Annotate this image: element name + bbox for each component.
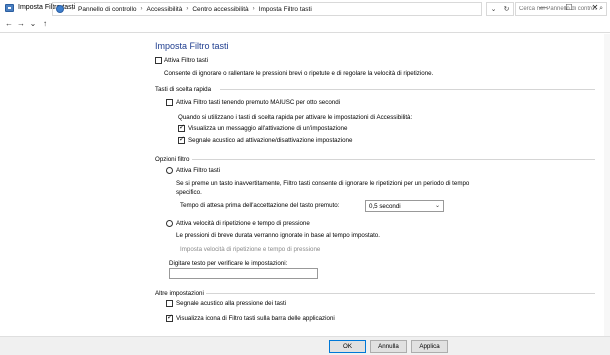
back-button[interactable]: ← [3, 17, 15, 31]
taskbar-icon-label[interactable]: Visualizza icona di Filtro tasti sulla b… [176, 315, 335, 322]
repeat-keys-radio[interactable] [166, 220, 173, 227]
address-bar: ← → ⌄ ↑ [0, 15, 610, 33]
button-bar [0, 336, 610, 355]
bounce-keys-label[interactable]: Attiva Filtro tasti [176, 167, 220, 174]
cancel-button[interactable]: Annulla [370, 340, 407, 353]
scrollbar[interactable] [604, 34, 610, 336]
breadcrumb-item[interactable]: Imposta Filtro tasti [259, 6, 312, 13]
shortcut-note: Quando si utilizzano i tasti di scelta r… [178, 114, 413, 121]
address-dropdown-icon[interactable]: ⌄ [491, 5, 497, 13]
breadcrumb-item[interactable]: Accessibilità [147, 6, 183, 13]
enable-filter-keys-checkbox[interactable] [155, 57, 162, 64]
apply-button[interactable]: Applica [411, 340, 448, 353]
bounce-keys-radio[interactable] [166, 167, 173, 174]
divider [220, 89, 595, 90]
up-button[interactable]: ↑ [39, 17, 51, 31]
other-settings-heading: Altre impostazioni [155, 290, 204, 297]
keypress-beep-label[interactable]: Segnale acustico alla pressione dei tast… [176, 300, 286, 307]
forward-button[interactable]: → [15, 17, 27, 31]
toggle-sound-label[interactable]: Segnale acustico ad attivazione/disattiv… [188, 137, 352, 144]
bounce-keys-description: Se si preme un tasto inavvertitamente, F… [176, 180, 470, 196]
warning-message-label[interactable]: Visualizza un messaggio all'attivazione … [188, 125, 347, 132]
chevron-right-icon[interactable]: › [253, 6, 255, 12]
chevron-right-icon[interactable]: › [141, 6, 143, 12]
breadcrumb[interactable]: › Pannello di controllo › Accessibilità … [52, 2, 482, 16]
ok-button[interactable]: OK [329, 340, 366, 353]
search-input[interactable] [519, 6, 597, 12]
repeat-keys-description: Le pressioni di breve durata verranno ig… [176, 232, 380, 239]
warning-message-checkbox[interactable] [178, 123, 185, 132]
toggle-sound-checkbox[interactable] [178, 135, 185, 144]
shortcuts-heading: Tasti di scelta rapida [155, 86, 212, 93]
enable-filter-keys-label[interactable]: Attiva Filtro tasti [164, 57, 208, 64]
recent-locations-button[interactable]: ⌄ [27, 17, 39, 31]
enable-filter-keys-description: Consente di ignorare o rallentare le pre… [164, 70, 434, 77]
test-text-label: Digitare testo per verificare le imposta… [169, 260, 288, 267]
shift-shortcut-label[interactable]: Attiva Filtro tasti tenendo premuto MAIU… [176, 99, 340, 106]
chevron-down-icon[interactable]: ⌄ [435, 202, 440, 209]
shift-shortcut-checkbox[interactable] [166, 99, 173, 106]
test-text-input[interactable] [169, 268, 318, 279]
page-title: Imposta Filtro tasti [155, 41, 229, 51]
chevron-right-icon[interactable]: › [72, 6, 74, 12]
control-panel-globe-icon [56, 5, 64, 13]
search-box[interactable]: ⌕ [515, 2, 607, 16]
wait-time-select[interactable]: 0,5 secondi ⌄ [365, 200, 444, 212]
wait-time-label: Tempo di attesa prima dell'accettazione … [180, 202, 340, 209]
filter-options-heading: Opzioni filtro [155, 156, 190, 163]
breadcrumb-item[interactable]: Centro accessibilità [192, 6, 248, 13]
breadcrumb-item[interactable]: Pannello di controllo [78, 6, 137, 13]
divider [192, 159, 595, 160]
taskbar-icon-checkbox[interactable] [166, 313, 173, 322]
control-panel-icon [5, 3, 14, 12]
repeat-keys-label[interactable]: Attiva velocità di ripetizione e tempo d… [176, 220, 310, 227]
keypress-beep-checkbox[interactable] [166, 300, 173, 307]
refresh-group: ⌄ ↻ [486, 2, 514, 16]
wait-time-value: 0,5 secondi [369, 202, 401, 210]
repeat-settings-link[interactable]: Imposta velocità di ripetizione e tempo … [180, 246, 320, 253]
refresh-icon[interactable]: ↻ [504, 5, 510, 13]
chevron-right-icon[interactable]: › [186, 6, 188, 12]
divider [206, 293, 595, 294]
search-icon[interactable]: ⌕ [599, 5, 603, 13]
